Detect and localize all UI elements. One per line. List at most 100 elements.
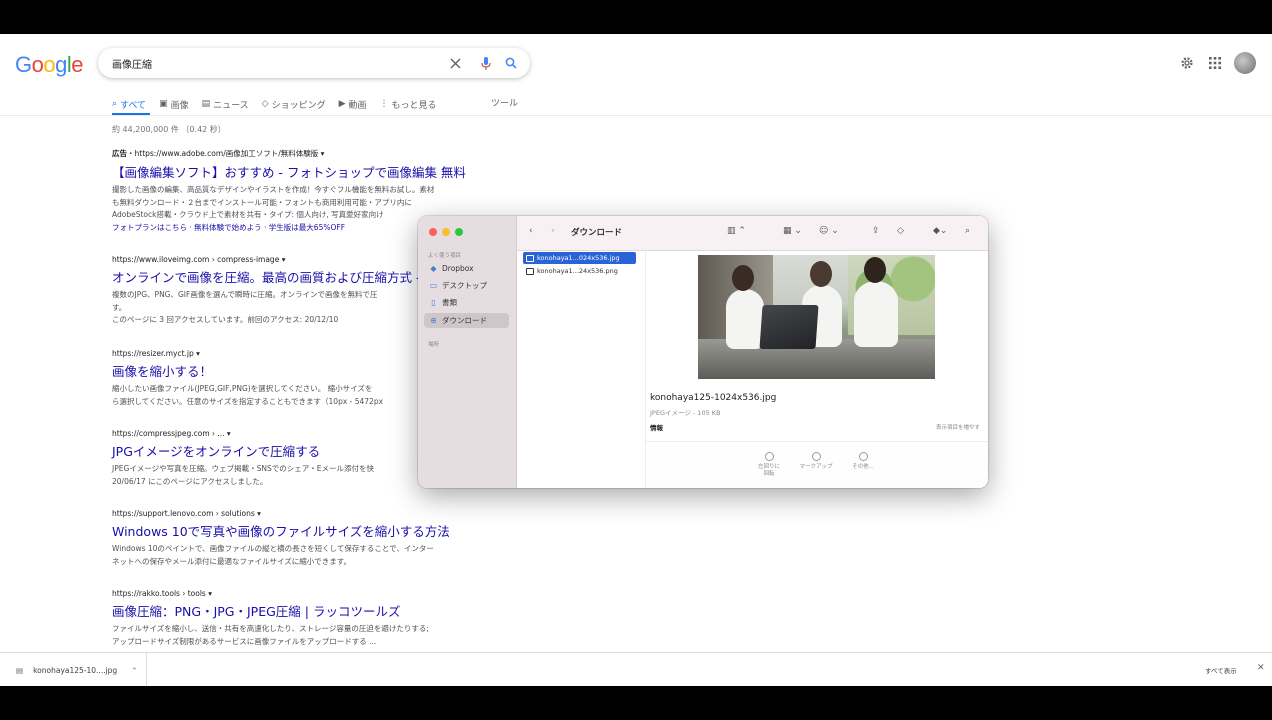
- tab-videos[interactable]: ▶ 動画: [339, 96, 367, 112]
- news-icon: ▤: [201, 99, 211, 109]
- chevron-up-icon[interactable]: ⌃: [131, 666, 137, 675]
- tab-news[interactable]: ▤ ニュース: [202, 96, 249, 112]
- tag-icon[interactable]: ◇: [897, 226, 904, 236]
- snippet-line: ネットへの保存やメール添付に最適なファイルサイズに縮小できます。: [112, 556, 352, 566]
- preview-file-kind: JPEGイメージ - 105 KB: [650, 409, 721, 417]
- finder-window[interactable]: よく使う項目 ◆ Dropbox ▭ デスクトップ ▯ 書類 ⊕ ダウンロード 場所 ‹…: [418, 216, 988, 488]
- tools-button[interactable]: ツール: [491, 96, 518, 109]
- clear-icon[interactable]: [447, 55, 463, 71]
- show-more-link[interactable]: 表示項目を増やす: [936, 423, 980, 431]
- snippet-line: アップロードサイズ制限があるサービスに画像ファイルをアップロードする ...: [112, 636, 377, 646]
- favorites-heading: よく使う項目: [428, 253, 462, 259]
- download-circle-icon: ⊕: [430, 316, 437, 325]
- sidebar-item-downloads[interactable]: ⊕ ダウンロード: [424, 313, 509, 328]
- result-url: ・https://www.adobe.com/画像加工ソフト/無料体験版 ▾: [127, 149, 325, 158]
- tab-more[interactable]: ⋮ もっと見る: [380, 96, 437, 112]
- result-title[interactable]: Windows 10で写真や画像のファイルサイズを縮小する方法: [112, 521, 492, 540]
- header-divider: [0, 115, 1272, 116]
- video-icon: ▶: [338, 99, 346, 109]
- tab-label: ショッピング: [271, 100, 326, 111]
- action-label: マークアップ: [799, 464, 833, 470]
- tab-all[interactable]: ⌕ すべて: [112, 96, 146, 112]
- action-label: その他...: [852, 464, 874, 470]
- action-label: 左回りに 回転: [757, 464, 780, 477]
- rotate-left-button[interactable]: 左回りに 回転: [742, 452, 796, 478]
- preview-photo: [698, 255, 935, 379]
- preview-pane: konohaya125-1024x536.jpg JPEGイメージ - 105 …: [646, 251, 988, 488]
- dropbox-icon: ◆: [430, 264, 437, 273]
- more-actions-button[interactable]: その他...: [836, 452, 890, 471]
- sidebar-item-dropbox[interactable]: ◆ Dropbox: [424, 261, 509, 276]
- file-row[interactable]: konohaya1...24x536.png: [523, 265, 636, 277]
- download-file-name: konohaya125-10....jpg: [33, 665, 118, 675]
- close-window-button[interactable]: [429, 228, 437, 236]
- tab-label: 画像: [170, 100, 189, 111]
- forward-chevron-icon[interactable]: ›: [551, 226, 555, 236]
- file-name: konohaya1...024x536.jpg: [537, 254, 620, 262]
- result-title[interactable]: 画像圧縮：PNG・JPG・JPEG圧縮 | ラッコツールズ: [112, 601, 492, 620]
- group-grid-icon[interactable]: ▦ ⌄: [783, 226, 802, 236]
- sitelinks-text[interactable]: フォトプランはこちら · 無料体験で始めよう · 学生版は最大65%OFF: [112, 223, 345, 232]
- back-chevron-icon[interactable]: ‹: [529, 226, 533, 236]
- dropbox-menu-icon[interactable]: ◆⌄: [933, 226, 947, 236]
- result-snippet: ファイルサイズを縮小し、送信・共有を高速化したり、ストレージ容量の圧迫を避けたり…: [112, 623, 492, 648]
- tab-label: もっと見る: [391, 100, 437, 111]
- snippet-line: ファイルサイズを縮小し、送信・共有を高速化したり、ストレージ容量の圧迫を避けたり…: [112, 624, 429, 633]
- image-file-icon: [526, 254, 534, 262]
- search-icon[interactable]: [503, 55, 519, 71]
- more-icon: [858, 452, 868, 461]
- sidebar-item-desktop[interactable]: ▭ デスクトップ: [424, 278, 509, 293]
- document-icon: ▯: [431, 298, 436, 307]
- search-input[interactable]: 画像圧縮: [112, 56, 152, 71]
- minimize-window-button[interactable]: [442, 228, 450, 236]
- zoom-window-button[interactable]: [455, 228, 463, 236]
- logo-letter: o: [31, 52, 44, 77]
- tab-shopping[interactable]: ◇ ショッピング: [262, 96, 326, 112]
- file-icon: ▤: [16, 665, 24, 675]
- result-cite[interactable]: 広告・https://www.adobe.com/画像加工ソフト/無料体験版 ▾: [112, 148, 492, 159]
- apps-grid-icon[interactable]: [1206, 54, 1224, 72]
- snippet-line: Windows 10のペイントで、画像ファイルの縦と横の長さを短くして保存するこ…: [112, 544, 434, 553]
- google-logo[interactable]: Google: [15, 52, 84, 78]
- markup-button[interactable]: マークアップ: [789, 452, 843, 471]
- action-menu-icon[interactable]: ☺ ⌄: [819, 226, 839, 236]
- tab-label: 動画: [348, 100, 367, 111]
- logo-letter: G: [15, 52, 32, 77]
- result-cite[interactable]: https://rakko.tools › tools ▾: [112, 589, 492, 598]
- download-item[interactable]: ▤ konohaya125-10....jpg ⌃: [0, 653, 147, 686]
- quick-actions: 左回りに 回転 マークアップ その他...: [646, 441, 988, 488]
- finder-title: ダウンロード: [571, 228, 623, 238]
- info-heading: 情報: [650, 424, 663, 432]
- sidebar-item-label: 書類: [442, 298, 457, 307]
- tag-icon: ◇: [261, 99, 269, 109]
- sidebar-item-label: デスクトップ: [442, 281, 487, 290]
- account-avatar[interactable]: [1234, 52, 1256, 74]
- result-stats: 約 44,200,000 件 （0.42 秒）: [112, 125, 226, 134]
- search-tabs: ⌕ すべて ▣ 画像 ▤ ニュース ◇ ショッピング ▶ 動画 ⋮ もっと見る: [112, 96, 450, 112]
- result-snippet: Windows 10のペイントで、画像ファイルの縦と横の長さを短くして保存するこ…: [112, 543, 492, 568]
- show-all-button[interactable]: すべて表示: [1205, 665, 1237, 675]
- share-icon[interactable]: ⇪: [872, 226, 880, 236]
- close-icon[interactable]: ✕: [1257, 663, 1265, 673]
- result-cite[interactable]: https://support.lenovo.com › solutions ▾: [112, 509, 492, 518]
- tab-images[interactable]: ▣ 画像: [159, 96, 189, 112]
- settings-gear-icon[interactable]: [1178, 54, 1196, 72]
- view-columns-icon[interactable]: ▥ ⌃: [727, 226, 746, 236]
- snippet-line: 撮影した画像の編集、高品質なデザインやイラストを作成！今すぐフル機能を無料お試し…: [112, 185, 435, 194]
- desktop-icon: ▭: [429, 281, 438, 290]
- logo-letter: e: [71, 52, 84, 77]
- sidebar-item-documents[interactable]: ▯ 書類: [424, 295, 509, 310]
- result-title[interactable]: 【画像編集ソフト】おすすめ - フォトショップで画像編集 無料: [112, 162, 492, 181]
- logo-letter: o: [43, 52, 56, 77]
- search-box[interactable]: 画像圧縮: [98, 48, 530, 78]
- search-icon[interactable]: ⌕: [965, 226, 970, 236]
- sidebar-item-label: Dropbox: [442, 264, 474, 273]
- microphone-icon[interactable]: [478, 55, 494, 71]
- file-row[interactable]: konohaya1...024x536.jpg: [523, 252, 636, 264]
- preview-file-name: konohaya125-1024x536.jpg: [650, 393, 777, 403]
- sidebar-item-label: ダウンロード: [442, 316, 487, 325]
- markup-icon: [811, 452, 821, 461]
- finder-toolbar: ‹ › ダウンロード ▥ ⌃ ▦ ⌄ ☺ ⌄ ⇪ ◇ ◆⌄ ⌕: [517, 216, 988, 251]
- window-controls: [429, 228, 463, 236]
- download-bar: ▤ konohaya125-10....jpg ⌃ すべて表示 ✕: [0, 652, 1272, 686]
